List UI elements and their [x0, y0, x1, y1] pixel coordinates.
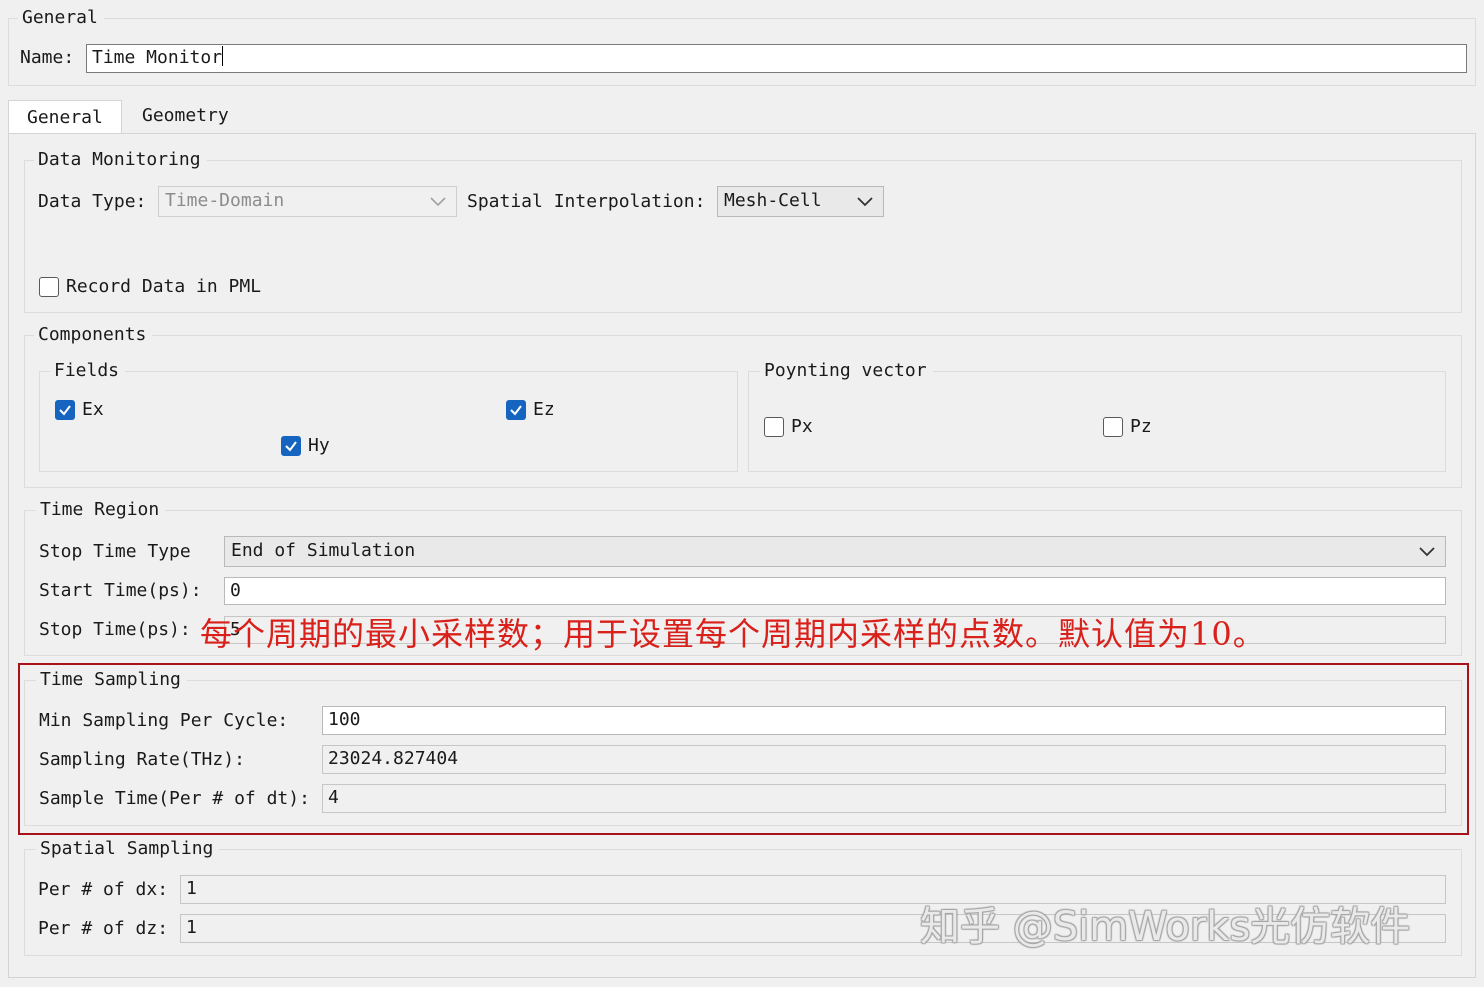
chevron-down-icon — [857, 187, 873, 216]
fields-groupbox — [39, 371, 738, 472]
start-time-input[interactable]: 0 — [224, 577, 1446, 605]
watermark: 知乎 @SimWorks光仿软件 — [920, 904, 1411, 950]
data-type-label: Data Type: — [38, 191, 147, 212]
chevron-down-icon — [1419, 537, 1435, 566]
pz-checkbox[interactable] — [1103, 417, 1123, 437]
spatial-interp-label: Spatial Interpolation: — [467, 191, 706, 212]
data-type-select: Time-Domain — [158, 186, 457, 217]
tab-general[interactable]: General — [8, 100, 122, 134]
stop-time-label: Stop Time(ps): — [39, 619, 191, 640]
record-pml-label: Record Data in PML — [66, 276, 262, 297]
time-region-legend: Time Region — [36, 499, 166, 521]
spatial-interp-value: Mesh-Cell — [724, 190, 822, 211]
annotation-text: 每个周期的最小采样数；用于设置每个周期内采样的点数。默认值为10。 — [200, 615, 1266, 653]
stop-type-select[interactable]: End of Simulation — [224, 536, 1446, 567]
record-pml-checkbox[interactable] — [39, 277, 59, 297]
general-legend: General — [18, 7, 104, 29]
fields-legend: Fields — [50, 360, 126, 382]
poynting-legend: Poynting vector — [760, 360, 933, 382]
ex-checkbox[interactable] — [55, 400, 75, 420]
px-checkbox[interactable] — [764, 417, 784, 437]
tab-geometry[interactable]: Geometry — [124, 99, 247, 133]
components-legend: Components — [34, 324, 153, 346]
data-type-value: Time-Domain — [165, 190, 285, 211]
highlight-box — [18, 663, 1469, 835]
check-icon — [510, 405, 522, 416]
check-icon — [285, 441, 297, 452]
ex-label: Ex — [82, 399, 104, 420]
text-cursor — [222, 46, 224, 66]
check-icon — [59, 405, 71, 416]
dz-label: Per # of dz: — [38, 918, 169, 939]
ez-checkbox[interactable] — [506, 400, 526, 420]
dx-input[interactable]: 1 — [180, 875, 1446, 904]
hy-checkbox[interactable] — [281, 436, 301, 456]
start-time-label: Start Time(ps): — [39, 580, 202, 601]
stop-type-label: Stop Time Type — [39, 541, 191, 562]
name-input-value: Time Monitor — [92, 47, 223, 68]
data-monitoring-legend: Data Monitoring — [34, 149, 207, 171]
ez-label: Ez — [533, 399, 555, 420]
spatial-sampling-legend: Spatial Sampling — [36, 838, 220, 860]
dx-label: Per # of dx: — [38, 879, 169, 900]
pz-label: Pz — [1130, 416, 1152, 437]
stop-type-value: End of Simulation — [231, 540, 416, 561]
hy-label: Hy — [308, 435, 330, 456]
chevron-down-icon — [430, 187, 446, 216]
poynting-groupbox — [748, 371, 1446, 472]
px-label: Px — [791, 416, 813, 437]
name-input[interactable]: Time Monitor — [86, 44, 1467, 73]
spatial-interp-select[interactable]: Mesh-Cell — [717, 186, 884, 217]
name-label: Name: — [20, 47, 75, 68]
